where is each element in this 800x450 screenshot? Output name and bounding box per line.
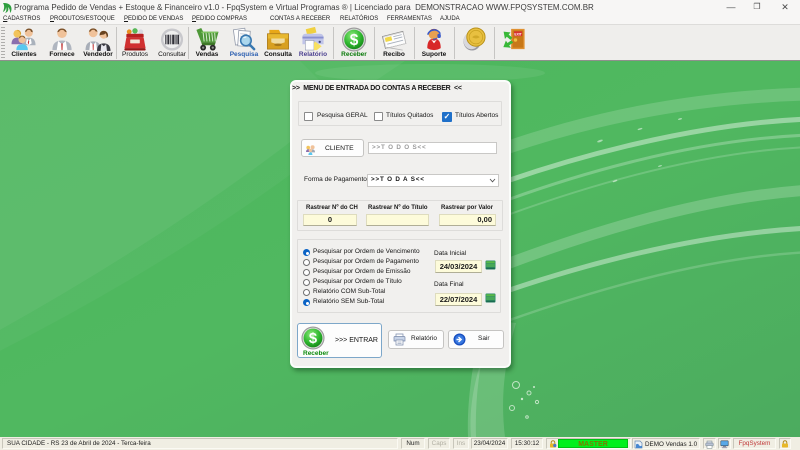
svg-text:$: $ <box>350 32 359 49</box>
svg-text:EXIT: EXIT <box>514 32 521 36</box>
svg-text:$: $ <box>309 331 317 347</box>
